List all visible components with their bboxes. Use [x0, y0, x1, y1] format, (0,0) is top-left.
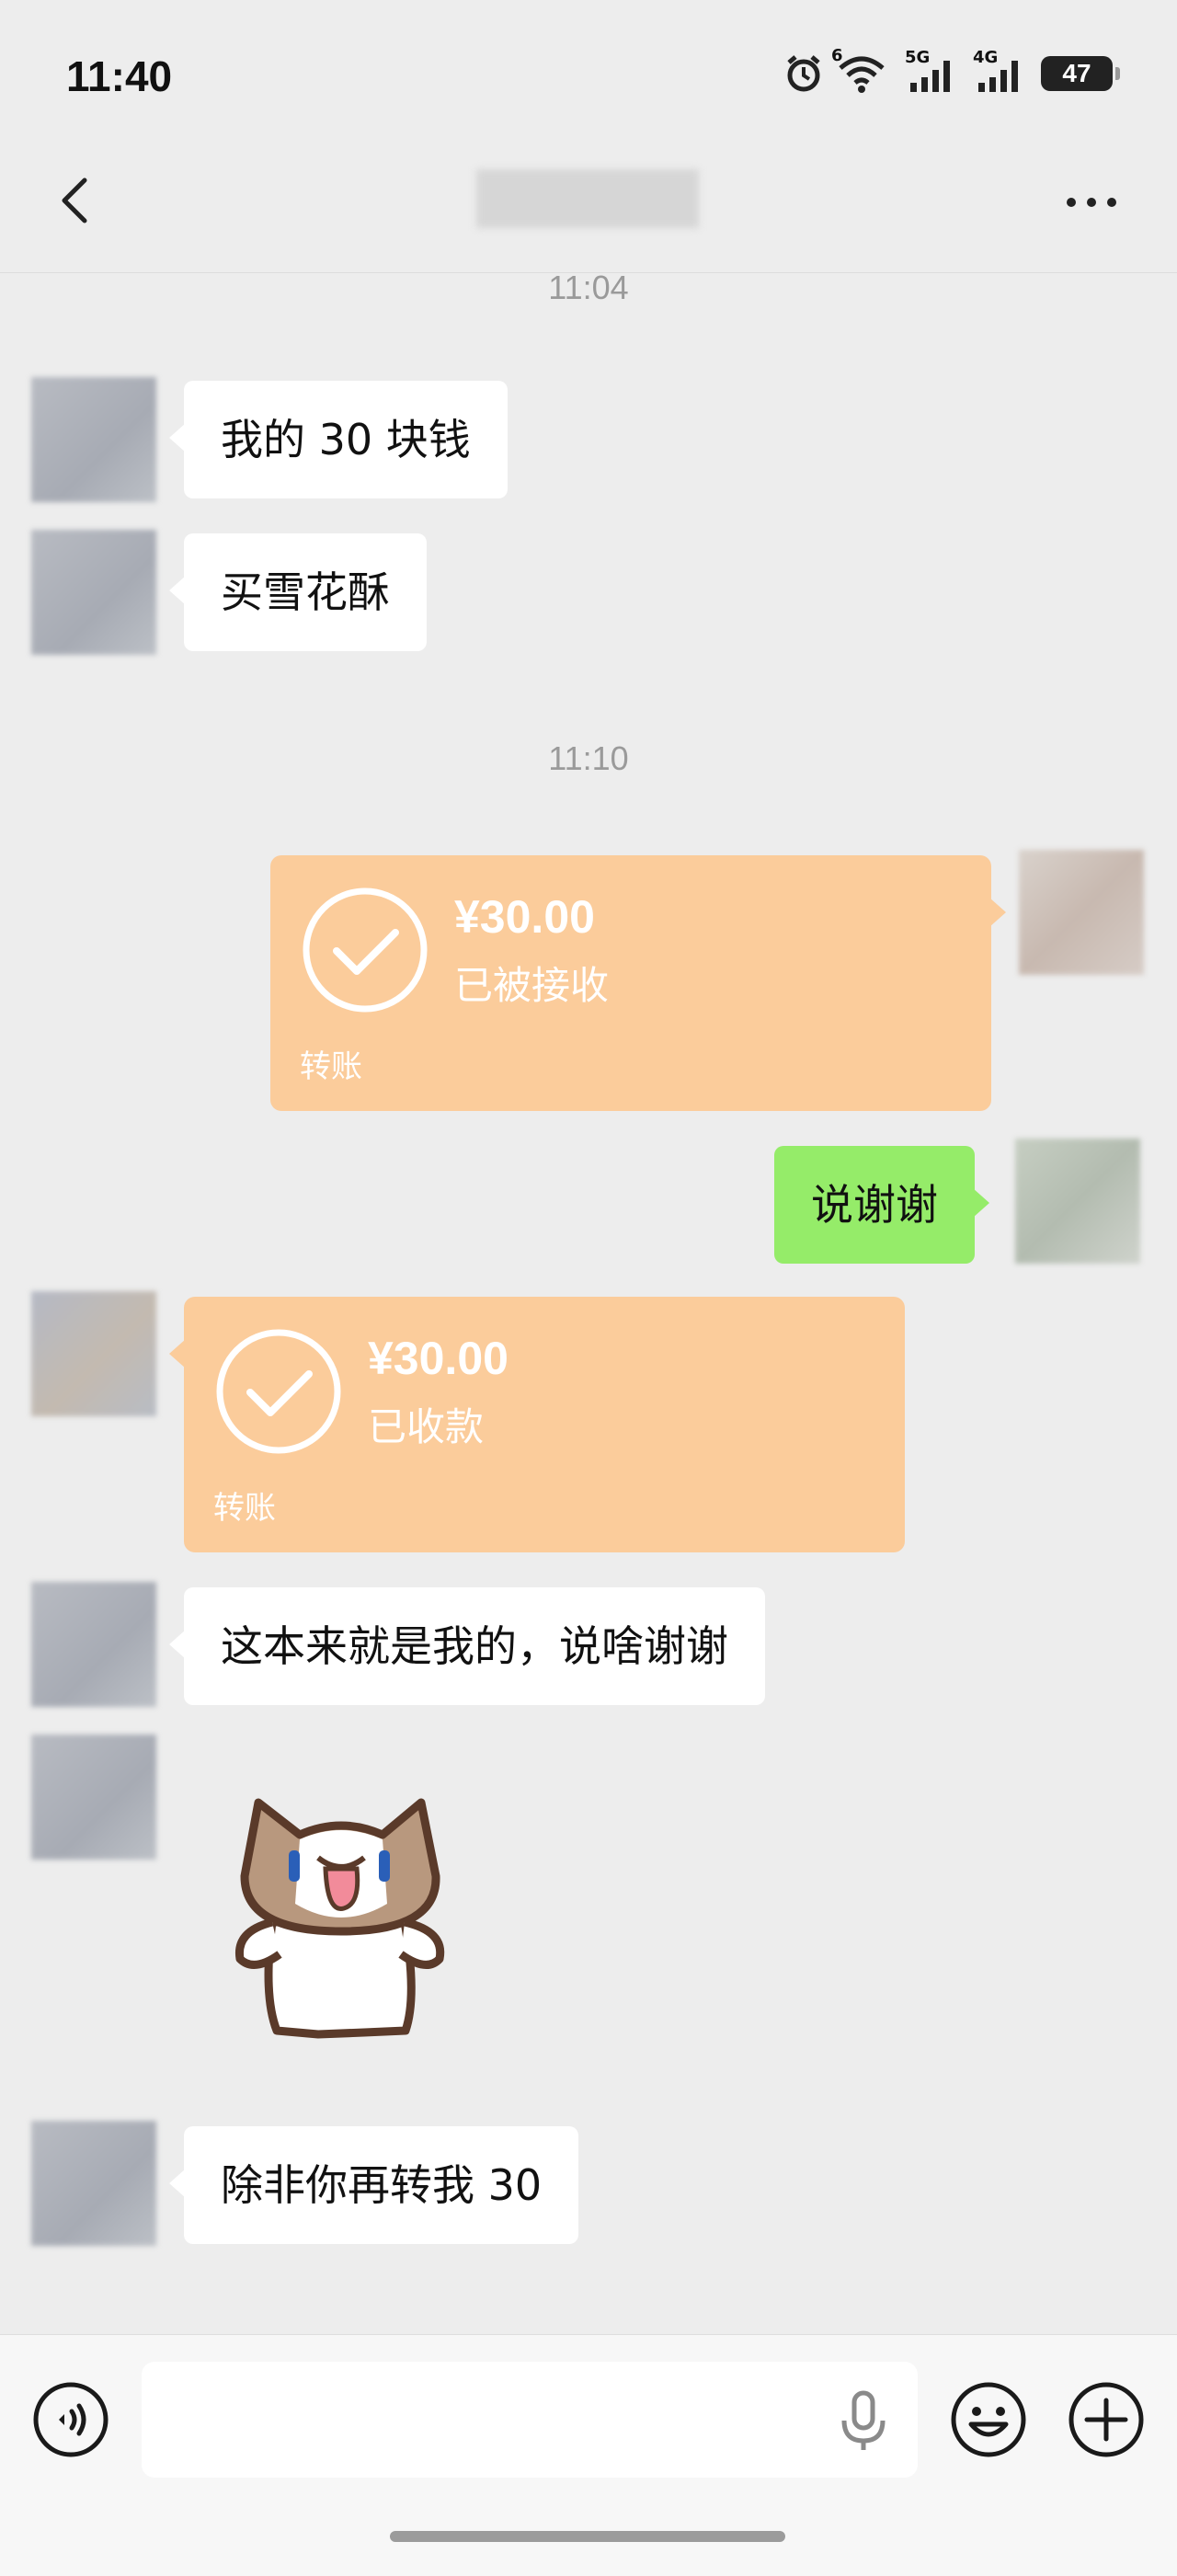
message-bubble[interactable]: 说谢谢 [774, 1146, 989, 1264]
alarm-icon [787, 55, 820, 92]
avatar[interactable] [31, 1735, 156, 1860]
battery-icon: 47 [1041, 56, 1120, 91]
avatar[interactable] [31, 1291, 156, 1416]
timestamp: 11:10 [548, 739, 629, 777]
wifi-icon [839, 56, 885, 93]
emoji-icon[interactable] [949, 2380, 1028, 2459]
check-circle-icon [216, 1329, 341, 1454]
status-icons: 6 5G 4G 47 [783, 46, 1120, 94]
transfer-label: 转账 [300, 1048, 362, 1085]
transfer-card[interactable]: ¥30.00 已被接收 转账 [270, 855, 1006, 1111]
timestamp: 11:04 [548, 269, 629, 306]
transfer-amount: ¥30.00 [368, 1333, 509, 1384]
transfer-amount: ¥30.00 [454, 891, 595, 943]
transfer-card[interactable]: ¥30.00 已收款 转账 [169, 1297, 905, 1552]
voice-icon[interactable] [31, 2380, 110, 2459]
wifi-label: 6 [831, 46, 843, 65]
signal-5g: 5G [905, 48, 960, 94]
transfer-status: 已收款 [368, 1404, 485, 1449]
status-time: 11:40 [66, 52, 173, 100]
message-bubble[interactable]: 买雪花酥 [169, 533, 427, 651]
chevron-left-icon[interactable] [48, 173, 103, 228]
transfer-status: 已被接收 [454, 963, 610, 1008]
battery-level: 47 [1062, 59, 1091, 87]
message-input[interactable] [142, 2362, 918, 2478]
avatar[interactable] [31, 530, 156, 655]
signal-5g-label: 5G [905, 48, 931, 67]
more-dots-icon[interactable] [1067, 180, 1129, 224]
avatar[interactable] [1015, 1139, 1140, 1264]
mic-icon[interactable] [833, 2387, 894, 2454]
avatar[interactable] [31, 1582, 156, 1707]
chat-title [476, 169, 699, 228]
avatar[interactable] [31, 377, 156, 502]
message-bubble[interactable]: 我的 30 块钱 [169, 381, 508, 498]
check-circle-icon [303, 887, 428, 1013]
avatar[interactable] [1019, 850, 1144, 975]
plus-icon[interactable] [1067, 2380, 1146, 2459]
message-bubble[interactable]: 这本来就是我的，说啥谢谢 [169, 1587, 765, 1705]
signal-4g: 4G [973, 48, 1028, 94]
cat-sticker[interactable] [208, 1784, 474, 2051]
transfer-label: 转账 [213, 1490, 276, 1527]
avatar[interactable] [31, 2121, 156, 2246]
signal-4g-label: 4G [973, 48, 999, 67]
wifi-icon-wrap: 6 [831, 46, 892, 94]
message-bubble[interactable]: 除非你再转我 30 [168, 2126, 579, 2244]
home-indicator[interactable] [390, 2531, 785, 2542]
